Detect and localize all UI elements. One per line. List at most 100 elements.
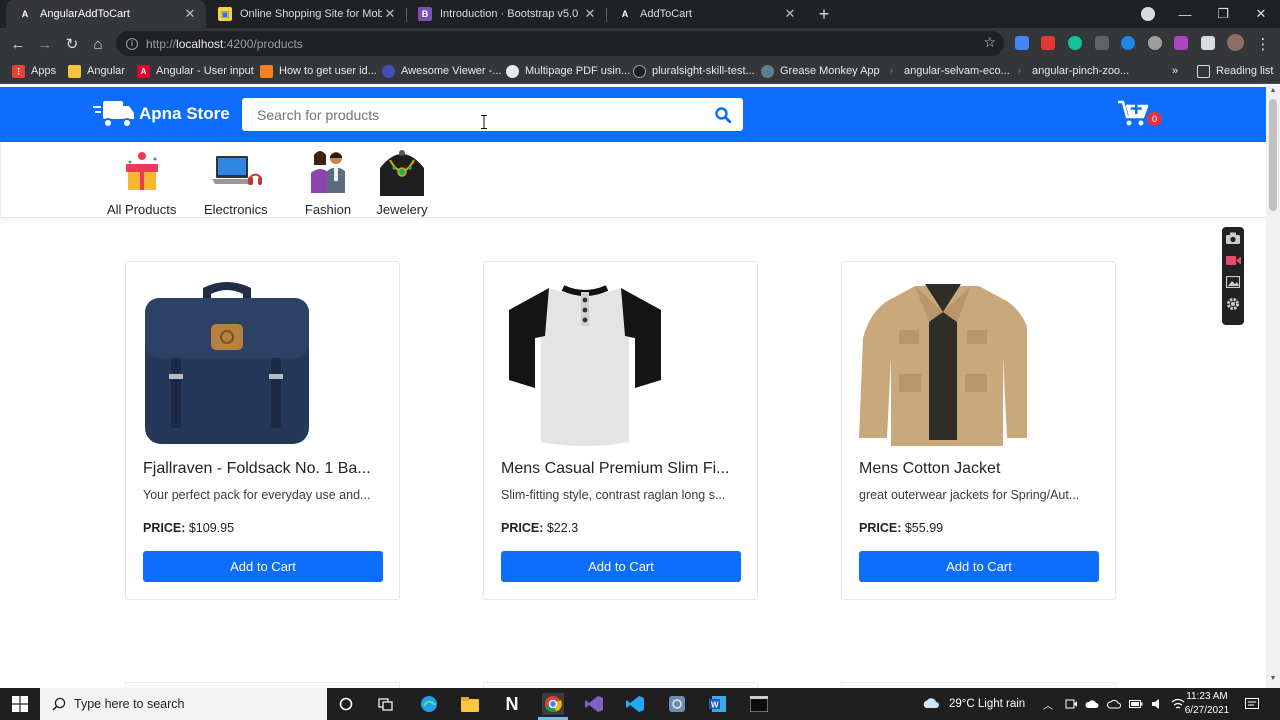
bookmark-angular-pinch-zoom[interactable]: ⚡ angular-pinch-zoo... [1013, 63, 1130, 79]
minimize-button[interactable]: — [1166, 0, 1204, 28]
scroll-up-arrow-icon[interactable]: ▲ [1269, 87, 1277, 94]
bookmark-angular-folder[interactable]: Angular [68, 63, 125, 79]
tab-search-icon[interactable] [1141, 7, 1155, 21]
docs-extension-icon[interactable] [1015, 36, 1029, 50]
system-clock[interactable]: 11:23 AM 6/27/2021 [1180, 690, 1234, 718]
bookmarks-bar: ⋮ Apps Angular A Angular - User input How … [0, 59, 1280, 84]
search-input[interactable] [257, 106, 703, 123]
bookmark-grease-monkey[interactable]: Grease Monkey App [761, 63, 880, 79]
meet-icon[interactable] [1065, 698, 1077, 710]
sync-extension-icon[interactable] [1121, 36, 1135, 50]
bookmark-awesome-viewer[interactable]: Awesome Viewer -... [382, 63, 501, 79]
tp-extension-icon[interactable] [1041, 36, 1055, 50]
svg-text:W: W [711, 701, 719, 710]
url-text[interactable]: http://localhost:4200/products [146, 37, 303, 51]
avatar[interactable] [1227, 34, 1244, 51]
windows-start-icon[interactable] [12, 696, 28, 712]
notion-icon[interactable]: N [501, 693, 523, 715]
tab-online-shopping[interactable]: ▣ Online Shopping Site for Mobile ✕ [206, 0, 406, 28]
visual-studio-icon[interactable] [583, 693, 605, 715]
product-title[interactable]: Fjallraven - Foldsack No. 1 Ba... [143, 460, 383, 478]
weather-text: 29°C Light rain [949, 698, 1026, 710]
onedrive-icon[interactable] [1107, 699, 1121, 709]
info-icon[interactable]: i [126, 37, 138, 50]
image-gallery-icon[interactable] [1222, 271, 1244, 293]
scrollbar-thumb[interactable] [1269, 99, 1277, 211]
close-window-button[interactable]: ✕ [1242, 0, 1280, 28]
reload-icon[interactable]: ↻ [61, 33, 83, 55]
bookmark-apps[interactable]: ⋮ Apps [12, 63, 56, 79]
category-jewelery[interactable]: Jewelery [372, 146, 432, 217]
bookmark-angular-selvam[interactable]: ⚡ angular-selvam-eco... [885, 63, 1010, 79]
bookmark-pluralsight[interactable]: pluralsight-skill-test... [633, 63, 755, 79]
category-electronics[interactable]: Electronics [204, 146, 268, 217]
tab-add-to-cart[interactable]: A AddToCart ✕ [606, 0, 806, 28]
camera-icon[interactable] [1222, 227, 1244, 249]
color-extension-icon[interactable] [1174, 36, 1188, 50]
reading-list-button[interactable]: Reading list [1197, 63, 1273, 79]
maximize-button[interactable]: ❐ [1204, 0, 1242, 28]
weather-widget[interactable]: 29°C Light rain [922, 688, 1025, 720]
bookmark-multipage-pdf[interactable]: Multipage PDF usin... [506, 63, 630, 79]
product-price: PRICE: $22.3 [501, 521, 579, 535]
tool-extension-icon[interactable] [1095, 36, 1109, 50]
menu-kebab-icon[interactable]: ⋮ [1252, 33, 1274, 55]
product-description: Your perfect pack for everyday use and..… [143, 488, 371, 502]
puzzle-extensions-icon[interactable] [1201, 36, 1215, 50]
cookie-extension-icon[interactable] [1148, 36, 1162, 50]
file-explorer-icon[interactable] [459, 693, 481, 715]
settings-gear-icon[interactable] [1222, 293, 1244, 315]
terminal-icon[interactable] [748, 693, 770, 715]
search-icon[interactable] [703, 98, 743, 131]
laptop-headphones-icon [206, 146, 266, 196]
more-bookmarks-icon[interactable]: » [1172, 63, 1178, 79]
chevron-up-icon[interactable]: ︿ [1043, 688, 1053, 720]
close-icon[interactable]: ✕ [782, 6, 798, 22]
category-label: All Products [107, 202, 177, 217]
word-icon[interactable]: W [707, 693, 729, 715]
onedrive-icon[interactable] [1085, 699, 1099, 709]
tab-angular-add-to-cart[interactable]: A AngularAddToCart ✕ [6, 0, 206, 28]
close-icon[interactable]: ✕ [382, 6, 398, 22]
store-logo[interactable]: Apna Store [93, 97, 230, 131]
category-all-products[interactable]: All Products [107, 146, 176, 217]
product-description: Slim-fitting style, contrast raglan long… [501, 488, 726, 502]
product-card: Mens Cotton Jacket great outerwear jacke… [841, 261, 1116, 600]
address-bar[interactable]: i http://localhost:4200/products ☆ [116, 31, 1004, 56]
snipping-tool-icon[interactable] [666, 693, 688, 715]
battery-icon[interactable] [1129, 699, 1143, 709]
category-label: Fashion [304, 202, 352, 217]
home-icon[interactable]: ⌂ [87, 33, 109, 55]
brand-name: Apna Store [139, 104, 230, 123]
notification-icon[interactable] [1245, 688, 1259, 720]
grammarly-extension-icon[interactable] [1068, 36, 1082, 50]
bookmark-how-to-get-user-id[interactable]: How to get user id... [260, 63, 377, 79]
page-scrollbar[interactable]: ▲ ▼ [1266, 85, 1280, 688]
chrome-icon[interactable] [542, 693, 564, 715]
scroll-down-arrow-icon[interactable]: ▼ [1269, 675, 1277, 682]
bookmark-star-icon[interactable]: ☆ [983, 34, 996, 51]
add-to-cart-button[interactable]: Add to Cart [501, 551, 741, 582]
edge-browser-icon[interactable] [418, 693, 440, 715]
product-title[interactable]: Mens Cotton Jacket [859, 460, 1099, 478]
add-to-cart-button[interactable]: Add to Cart [859, 551, 1099, 582]
browser-tab-strip: A AngularAddToCart ✕ ▣ Online Shopping S… [0, 0, 1280, 28]
add-to-cart-button[interactable]: Add to Cart [143, 551, 383, 582]
close-icon[interactable]: ✕ [582, 6, 598, 22]
vscode-icon[interactable] [624, 693, 646, 715]
clock-date: 6/27/2021 [1184, 705, 1230, 716]
cortana-icon[interactable] [335, 693, 357, 715]
close-icon[interactable]: ✕ [182, 6, 198, 22]
category-fashion[interactable]: Fashion [298, 146, 358, 217]
back-arrow-icon[interactable]: ← [7, 33, 29, 55]
product-title[interactable]: Mens Casual Premium Slim Fi... [501, 460, 741, 478]
new-tab-button[interactable]: + [814, 4, 834, 24]
task-view-icon[interactable] [375, 693, 397, 715]
video-record-icon[interactable] [1222, 249, 1244, 271]
volume-icon[interactable] [1151, 698, 1163, 710]
tab-bootstrap[interactable]: B Introduction · Bootstrap v5.0 ✕ [406, 0, 606, 28]
taskbar-search-box[interactable]: Type here to search [40, 688, 327, 720]
bookmark-angular-user-input[interactable]: A Angular - User input [137, 63, 254, 79]
forward-arrow-icon[interactable]: → [34, 33, 56, 55]
cart-button[interactable]: 0 [1117, 99, 1162, 131]
